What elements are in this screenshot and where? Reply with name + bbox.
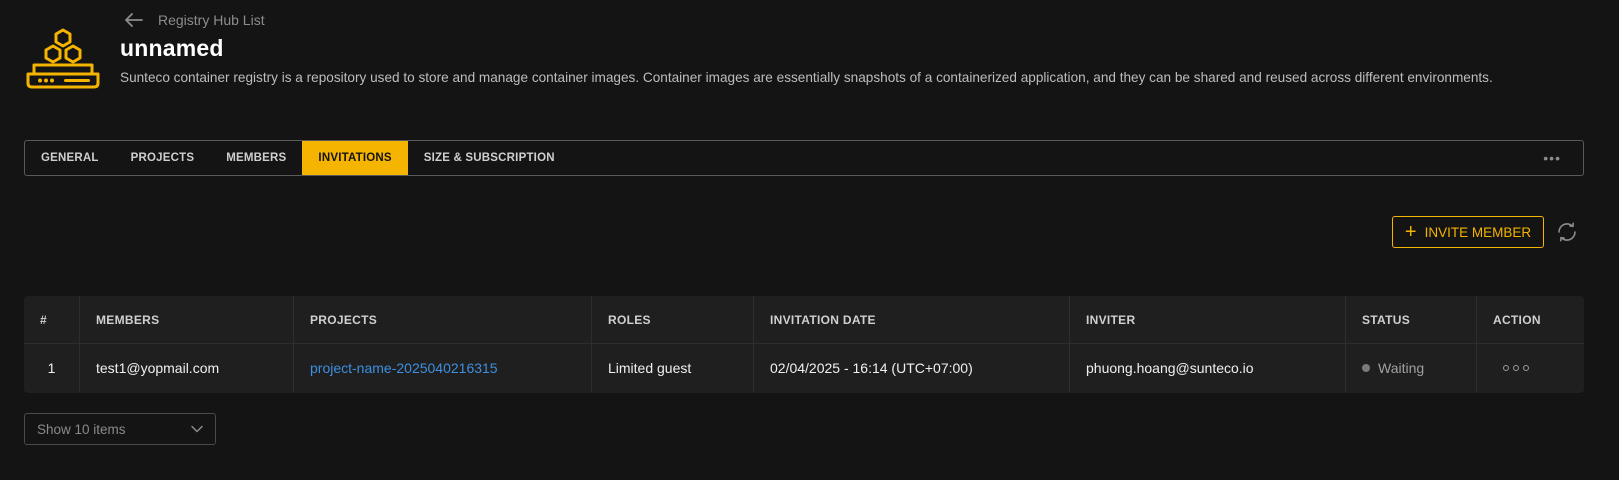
row-project-cell: project-name-2025040216315 [294,344,592,392]
row-project-link[interactable]: project-name-2025040216315 [310,360,498,376]
status-dot-icon [1362,364,1370,372]
row-member-email: test1@yopmail.com [80,344,294,392]
row-status-text: Waiting [1378,360,1425,376]
breadcrumb-link[interactable]: Registry Hub List [158,12,265,28]
row-actions-more-icon[interactable] [1493,365,1529,371]
row-role: Limited guest [592,344,754,392]
plus-icon: + [1404,221,1417,243]
page-description: Sunteco container registry is a reposito… [120,70,1493,85]
column-header-members: MEMBERS [80,296,294,343]
row-inviter: phuong.hoang@sunteco.io [1070,344,1346,392]
container-registry-logo-icon [26,28,100,89]
row-index: 1 [24,344,80,392]
tabs-more-icon[interactable]: ••• [1543,141,1561,175]
breadcrumb: Registry Hub List [124,10,265,30]
refresh-icon[interactable] [1555,220,1579,244]
table-row: 1 test1@yopmail.com project-name-2025040… [24,344,1584,392]
row-status: Waiting [1346,344,1477,392]
tab-projects[interactable]: PROJECTS [115,141,211,175]
table-header: # MEMBERS PROJECTS ROLES INVITATION DATE… [24,296,1584,344]
invite-member-label: INVITE MEMBER [1424,224,1532,240]
column-header-index: # [24,296,80,343]
tab-invitations[interactable]: INVITATIONS [302,141,408,175]
page-size-label: Show 10 items [37,421,126,437]
back-arrow-icon[interactable] [124,10,144,30]
column-header-invitation-date: INVITATION DATE [754,296,1070,343]
chevron-down-icon [191,425,203,433]
tab-members[interactable]: MEMBERS [210,141,302,175]
column-header-action: ACTION [1493,312,1541,327]
invite-member-button[interactable]: + INVITE MEMBER [1392,216,1544,248]
page-title: unnamed [120,35,224,61]
column-header-status: STATUS [1346,296,1477,343]
column-header-inviter: INVITER [1070,296,1346,343]
row-invitation-date: 02/04/2025 - 16:14 (UTC+07:00) [754,344,1070,392]
page-size-select[interactable]: Show 10 items [24,413,216,445]
row-action-cell [1477,344,1584,392]
tab-bar: GENERAL PROJECTS MEMBERS INVITATIONS SIZ… [24,140,1584,176]
tab-size-subscription[interactable]: SIZE & SUBSCRIPTION [408,141,571,175]
tab-general[interactable]: GENERAL [25,141,115,175]
invitations-table: # MEMBERS PROJECTS ROLES INVITATION DATE… [24,296,1584,393]
registry-invitations-page: Registry Hub List unnamed Sunteco contai… [0,0,1619,480]
column-header-roles: ROLES [592,296,754,343]
column-header-projects: PROJECTS [294,296,592,343]
